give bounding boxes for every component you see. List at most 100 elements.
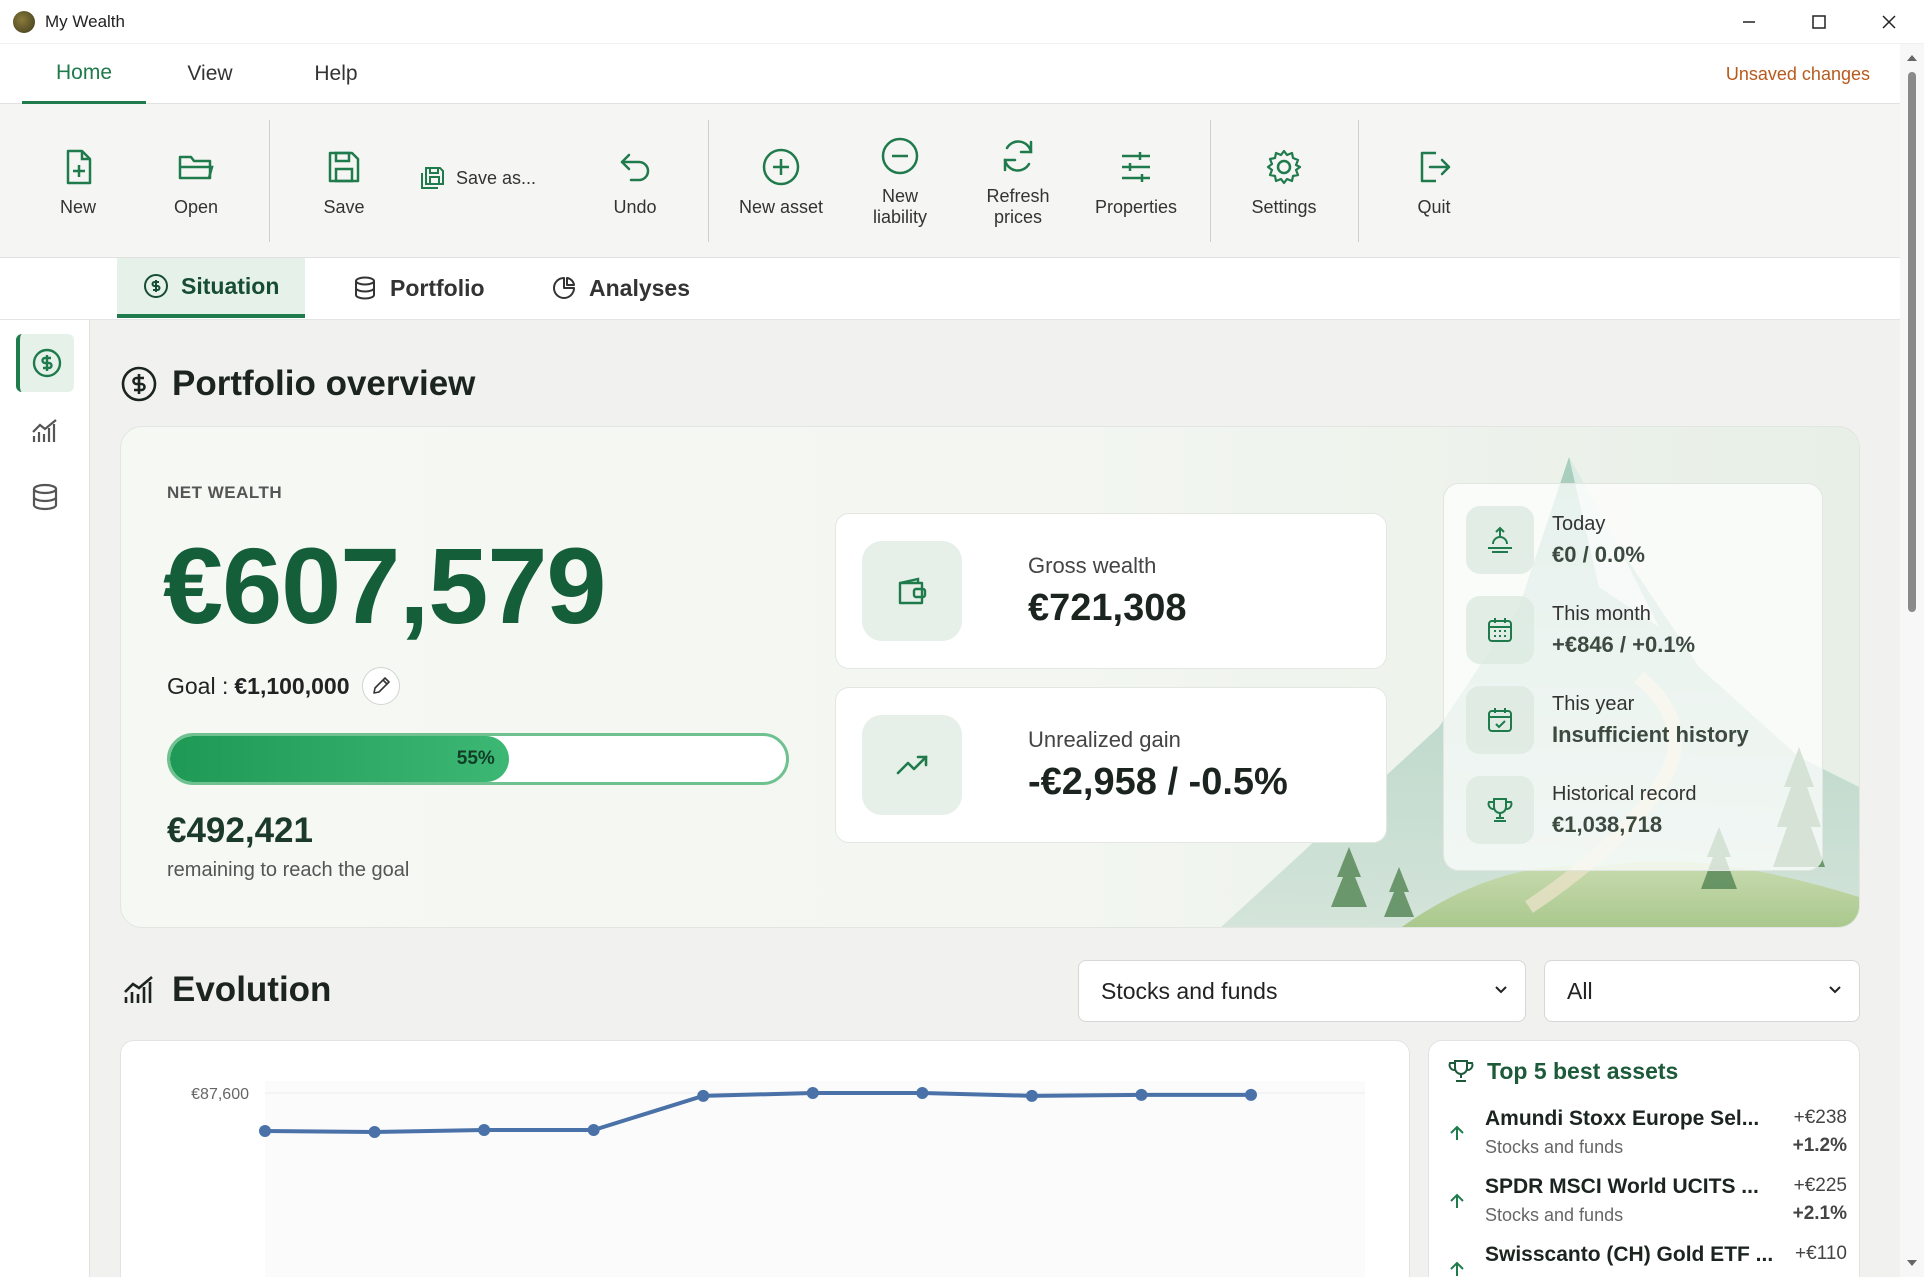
new-asset-button[interactable]: New asset: [728, 104, 834, 258]
quit-button[interactable]: Quit: [1394, 104, 1474, 258]
asset-gain: +€238: [1793, 1107, 1847, 1128]
trophy-icon: [1466, 776, 1534, 844]
period-this-year: This year Insufficient history: [1466, 684, 1749, 756]
new-liability-button[interactable]: New liability: [854, 104, 946, 258]
settings-button[interactable]: Settings: [1234, 104, 1334, 258]
scroll-down-icon[interactable]: [1906, 1257, 1918, 1269]
new-liability-label: New liability: [872, 186, 928, 227]
dollar-circle-icon: [121, 366, 157, 402]
pie-chart-icon: [553, 277, 575, 299]
minus-circle-icon: [881, 137, 919, 175]
plus-circle-icon: [762, 148, 800, 185]
data-point[interactable]: [259, 1125, 271, 1137]
window-title: My Wealth: [45, 11, 125, 31]
menu-tab-view[interactable]: View: [170, 44, 250, 104]
asset-gain: +€110: [1795, 1243, 1847, 1264]
save-button[interactable]: Save: [304, 104, 384, 258]
vertical-scrollbar[interactable]: [1900, 44, 1924, 1277]
asset-name: Amundi Stoxx Europe Sel...: [1485, 1107, 1760, 1130]
close-icon: [1882, 15, 1896, 29]
period-label: Historical record: [1552, 782, 1697, 805]
data-point[interactable]: [1245, 1088, 1257, 1101]
period-historical-record: Historical record €1,038,718: [1466, 774, 1696, 846]
data-point[interactable]: [1135, 1088, 1148, 1101]
goal-value: €1,100,000: [234, 672, 350, 699]
toolbar-separator: [269, 120, 270, 242]
database-icon: [355, 276, 375, 300]
main-content: Portfolio overview NET WEALTH €607,579 G…: [90, 320, 1900, 1277]
evolution-chart-card: €87,600: [120, 1040, 1410, 1277]
data-point[interactable]: [806, 1087, 819, 1099]
evolution-heading: Evolution: [120, 970, 331, 1010]
asset-name: SPDR MSCI World UCITS ...: [1485, 1175, 1759, 1198]
quit-label: Quit: [1417, 196, 1451, 217]
database-icon: [32, 483, 58, 511]
rail-portfolio-button[interactable]: [16, 468, 74, 526]
wallet-icon: [862, 541, 962, 641]
gross-wealth-label: Gross wealth: [1028, 552, 1157, 578]
save-as-button[interactable]: Save as...: [418, 164, 536, 192]
data-point[interactable]: [478, 1124, 491, 1137]
top-asset-row[interactable]: Swisscanto (CH) Gold ETF ... +€110: [1447, 1243, 1847, 1277]
top-asset-row[interactable]: Amundi Stoxx Europe Sel... Stocks and fu…: [1447, 1107, 1847, 1171]
scroll-thumb[interactable]: [1908, 72, 1916, 612]
open-button[interactable]: Open: [156, 104, 236, 258]
menu-tab-help[interactable]: Help: [296, 44, 376, 104]
asset-category: Stocks and funds: [1485, 1137, 1624, 1157]
arrow-up-icon: [1450, 1261, 1464, 1276]
asset-gain-percent: +1.2%: [1792, 1135, 1847, 1156]
unrealized-gain-label: Unrealized gain: [1028, 726, 1181, 752]
remaining-label: remaining to reach the goal: [167, 859, 410, 881]
chart-bars-icon: [32, 419, 57, 442]
data-point[interactable]: [697, 1089, 710, 1102]
refresh-prices-button[interactable]: Refresh prices: [970, 104, 1066, 258]
ribbon-toolbar: New Open Save Save as... Undo New asset …: [0, 104, 1900, 258]
remaining-value: €492,421: [167, 811, 313, 850]
refresh-prices-label: Refresh prices: [986, 186, 1050, 227]
minimize-button[interactable]: [1714, 0, 1784, 44]
tab-portfolio[interactable]: Portfolio: [352, 258, 485, 318]
gross-wealth-card: Gross wealth €721,308: [835, 513, 1387, 669]
tab-analyses-label: Analyses: [589, 274, 691, 301]
top-assets-heading: Top 5 best assets: [1447, 1057, 1678, 1085]
new-button[interactable]: New: [38, 104, 118, 258]
side-navigation: [0, 320, 90, 1277]
chevron-down-icon: [1495, 986, 1507, 994]
maximize-button[interactable]: [1784, 0, 1854, 44]
dollar-circle-icon: [32, 348, 62, 378]
app-logo-icon: [13, 10, 35, 33]
top-asset-row[interactable]: SPDR MSCI World UCITS ... Stocks and fun…: [1447, 1175, 1847, 1239]
category-filter-select[interactable]: Stocks and funds: [1078, 960, 1526, 1022]
window-controls: [1714, 0, 1924, 44]
chevron-down-icon: [1829, 986, 1841, 994]
toolbar-separator: [708, 120, 709, 242]
pencil-icon: [372, 677, 390, 694]
data-point[interactable]: [1025, 1089, 1038, 1102]
edit-goal-button[interactable]: [361, 667, 400, 705]
close-button[interactable]: [1854, 0, 1924, 44]
data-point[interactable]: [916, 1087, 929, 1099]
period-filter-select[interactable]: All: [1544, 960, 1860, 1022]
rail-overview-button[interactable]: [16, 334, 74, 392]
sliders-icon: [1122, 151, 1150, 182]
evolution-title: Evolution: [172, 970, 332, 1009]
undo-icon: [620, 153, 650, 181]
properties-button[interactable]: Properties: [1086, 104, 1186, 258]
undo-button[interactable]: Undo: [595, 104, 675, 258]
asset-name: Swisscanto (CH) Gold ETF ...: [1485, 1243, 1774, 1266]
menu-bar: Home View Help Unsaved changes: [0, 44, 1900, 104]
unrealized-gain-value: -€2,958 / -0.5%: [1028, 760, 1288, 803]
scroll-up-icon[interactable]: [1906, 52, 1918, 64]
period-this-month: This month +€846 / +0.1%: [1466, 594, 1695, 666]
period-performance-panel: Today €0 / 0.0% This month +€846 / +0.1%…: [1443, 483, 1823, 871]
minimize-icon: [1743, 21, 1755, 23]
tab-analyses[interactable]: Analyses: [551, 258, 690, 318]
menu-tab-home[interactable]: Home: [22, 44, 146, 104]
data-point[interactable]: [587, 1124, 600, 1137]
goal-label: Goal :: [167, 672, 229, 699]
data-point[interactable]: [368, 1125, 381, 1138]
net-wealth-label: NET WEALTH: [167, 483, 283, 502]
rail-evolution-button[interactable]: [16, 402, 74, 460]
tab-situation[interactable]: Situation: [117, 258, 306, 318]
period-filter-value: All: [1567, 977, 1593, 1004]
